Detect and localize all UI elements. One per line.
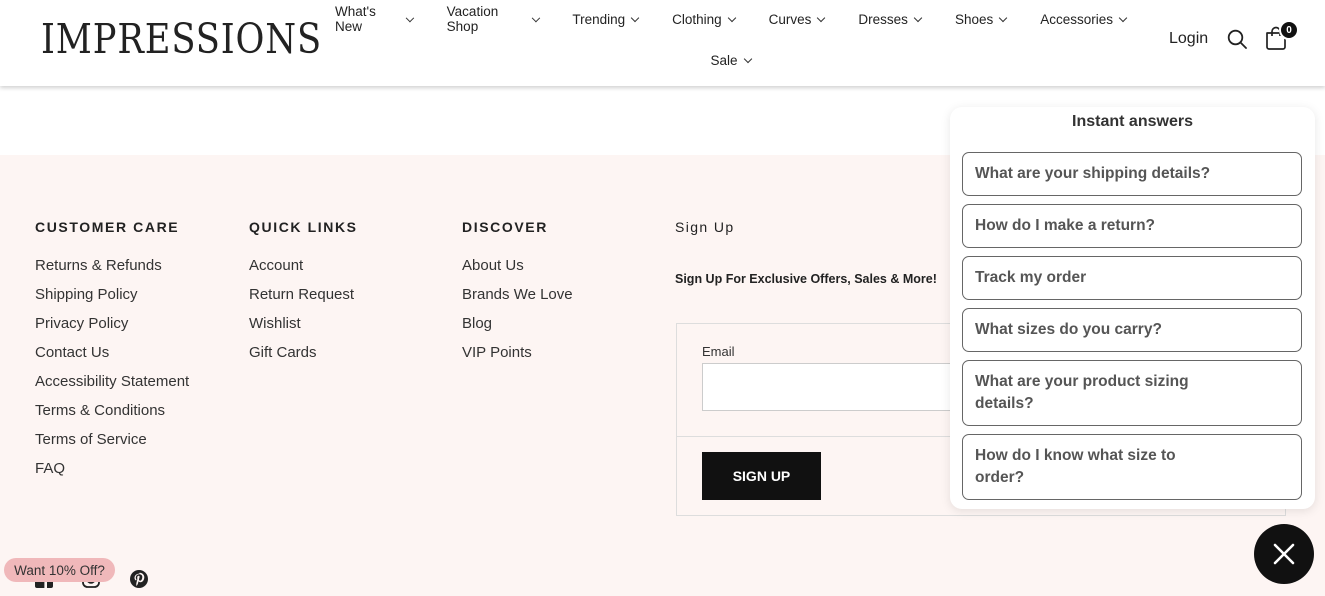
instant-answers-panel: Instant answers What are your shipping d… <box>950 107 1315 509</box>
quick-question-button[interactable]: How do I make a return? <box>962 204 1302 248</box>
nav-label: Vacation Shop <box>446 4 499 34</box>
nav-item-accessories[interactable]: Accessories <box>1023 12 1143 27</box>
chat-close-button[interactable] <box>1254 524 1314 584</box>
signup-button[interactable]: SIGN UP <box>702 452 821 500</box>
chevron-down-icon <box>998 13 1008 22</box>
login-link[interactable]: Login <box>1169 30 1208 48</box>
nav-item-dresses[interactable]: Dresses <box>841 12 938 27</box>
footer-link[interactable]: Brands We Love <box>462 285 573 314</box>
footer-link[interactable]: Terms & Conditions <box>35 401 189 430</box>
nav-item-clothing[interactable]: Clothing <box>655 12 752 27</box>
nav-item-curves[interactable]: Curves <box>752 12 842 27</box>
chevron-down-icon <box>1118 13 1128 22</box>
footer-heading: Sign Up <box>675 219 735 235</box>
footer-link[interactable]: Shipping Policy <box>35 285 189 314</box>
nav-label: Shoes <box>954 11 994 27</box>
chevron-down-icon <box>727 13 736 22</box>
footer-heading: DISCOVER <box>462 219 548 235</box>
quick-question-button[interactable]: What are your shipping details? <box>962 152 1302 196</box>
nav-label: Curves <box>768 11 812 27</box>
close-icon <box>1273 543 1295 565</box>
nav-item-vacation-shop[interactable]: Vacation Shop <box>430 4 556 34</box>
quick-question-button[interactable]: What are your product sizing details? <box>962 360 1302 426</box>
nav-item-shoes[interactable]: Shoes <box>938 12 1023 27</box>
nav-row-secondary: Sale <box>318 39 1143 81</box>
nav-label: What's New <box>335 4 376 34</box>
pinterest-icon[interactable] <box>130 570 148 588</box>
footer-link[interactable]: Account <box>249 256 358 285</box>
chevron-down-icon <box>743 54 752 63</box>
footer-link[interactable]: VIP Points <box>462 343 573 372</box>
cart-count-badge: 0 <box>1279 20 1299 40</box>
chevron-down-icon <box>817 13 826 22</box>
footer-link[interactable]: Wishlist <box>249 314 358 343</box>
nav-item-sale[interactable]: Sale <box>693 53 767 68</box>
quick-question-button[interactable]: How do I know what size to order? <box>962 434 1302 500</box>
nav-item-whats-new[interactable]: What's New <box>318 4 430 34</box>
footer-col-signup: Sign Up <box>675 219 735 256</box>
email-label: Email <box>702 344 735 359</box>
signup-subtitle: Sign Up For Exclusive Offers, Sales & Mo… <box>675 272 937 286</box>
nav-item-trending[interactable]: Trending <box>555 12 655 27</box>
chevron-down-icon <box>913 13 923 22</box>
nav-label: Sale <box>710 52 738 68</box>
nav-row-primary: What's New Vacation Shop Trending Clothi… <box>318 0 1143 38</box>
search-icon[interactable] <box>1227 29 1247 49</box>
nav-label: Accessories <box>1040 11 1113 27</box>
chevron-down-icon <box>405 13 414 22</box>
quick-question-button[interactable]: Track my order <box>962 256 1302 300</box>
footer-link[interactable]: Gift Cards <box>249 343 358 372</box>
footer-link[interactable]: Privacy Policy <box>35 314 189 343</box>
footer-heading: QUICK LINKS <box>249 219 358 235</box>
footer-link[interactable]: About Us <box>462 256 573 285</box>
main-nav: What's New Vacation Shop Trending Clothi… <box>318 0 1143 81</box>
chevron-down-icon <box>630 13 640 22</box>
footer-link[interactable]: Contact Us <box>35 343 189 372</box>
nav-label: Clothing <box>672 11 722 27</box>
footer-link[interactable]: Terms of Service <box>35 430 189 459</box>
footer-link[interactable]: FAQ <box>35 459 189 488</box>
nav-label: Trending <box>572 11 626 27</box>
footer-link[interactable]: Accessibility Statement <box>35 372 189 401</box>
quick-question-button[interactable]: What sizes do you carry? <box>962 308 1302 352</box>
discount-promo-tab[interactable]: Want 10% Off? <box>4 558 115 582</box>
chevron-down-icon <box>531 13 540 22</box>
nav-label: Dresses <box>858 11 908 27</box>
footer-col-quick-links: QUICK LINKS Account Return Request Wishl… <box>249 219 358 372</box>
footer-col-discover: DISCOVER About Us Brands We Love Blog VI… <box>462 219 573 372</box>
site-header: IMPRESSIONS What's New Vacation Shop Tre… <box>0 0 1325 86</box>
footer-link[interactable]: Returns & Refunds <box>35 256 189 285</box>
footer-heading: CUSTOMER CARE <box>35 219 180 235</box>
footer-col-customer-care: CUSTOMER CARE Returns & Refunds Shipping… <box>35 219 189 488</box>
chat-panel-title: Instant answers <box>1072 113 1193 130</box>
footer-link[interactable]: Return Request <box>249 285 358 314</box>
footer-link[interactable]: Blog <box>462 314 573 343</box>
site-logo[interactable]: IMPRESSIONS <box>41 15 322 63</box>
